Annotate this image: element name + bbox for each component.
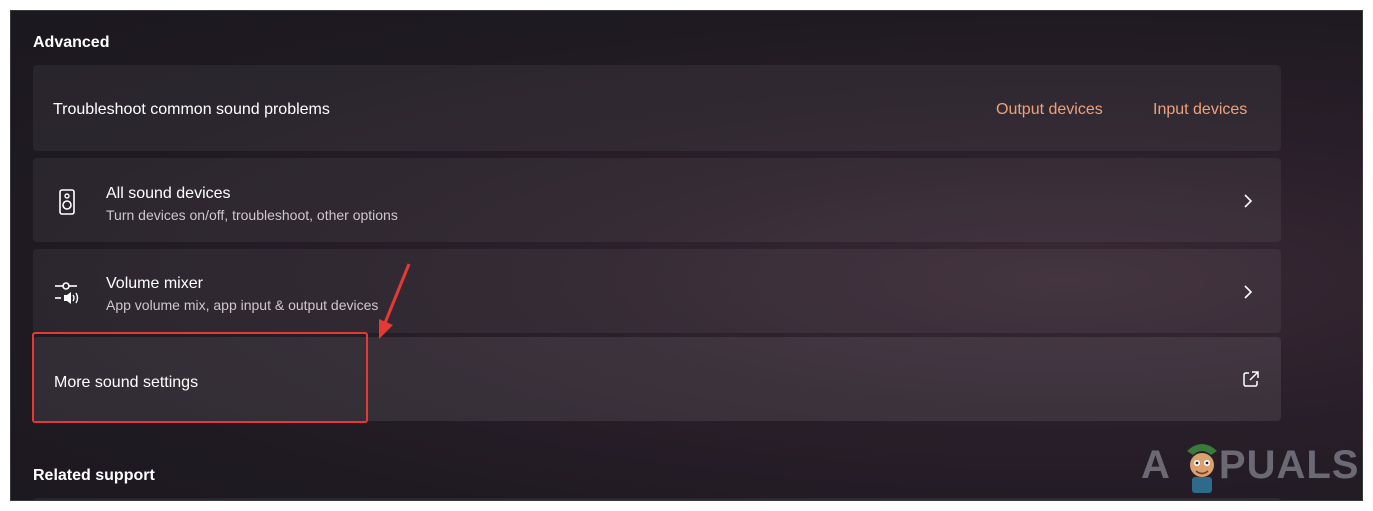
speaker-icon — [57, 188, 77, 216]
highlight-box — [32, 332, 368, 423]
all-sound-devices-card[interactable]: All sound devices Turn devices on/off, t… — [33, 158, 1281, 242]
settings-panel: Advanced Troubleshoot common sound probl… — [10, 10, 1363, 501]
volume-mixer-title: Volume mixer — [106, 275, 203, 292]
open-external-icon — [1243, 371, 1259, 387]
all-sound-devices-subtitle: Turn devices on/off, troubleshoot, other… — [106, 207, 398, 223]
annotation-arrow-icon — [379, 263, 411, 339]
all-sound-devices-title: All sound devices — [106, 185, 231, 202]
advanced-section-title: Advanced — [33, 34, 110, 51]
related-support-title: Related support — [33, 467, 155, 484]
troubleshoot-label: Troubleshoot common sound problems — [53, 101, 330, 118]
chevron-right-icon — [1244, 194, 1253, 208]
related-support-card[interactable] — [33, 498, 1281, 500]
mixer-icon — [53, 279, 81, 305]
chevron-right-icon — [1244, 285, 1253, 299]
watermark-mascot-icon — [1187, 444, 1217, 493]
volume-mixer-subtitle: App volume mix, app input & output devic… — [106, 297, 379, 313]
watermark-logo: A PUALS — [1141, 443, 1360, 487]
output-devices-link[interactable]: Output devices — [996, 101, 1103, 119]
troubleshoot-card: Troubleshoot common sound problems Outpu… — [33, 65, 1281, 151]
volume-mixer-card[interactable]: Volume mixer App volume mix, app input &… — [33, 249, 1281, 333]
input-devices-link[interactable]: Input devices — [1153, 101, 1247, 119]
